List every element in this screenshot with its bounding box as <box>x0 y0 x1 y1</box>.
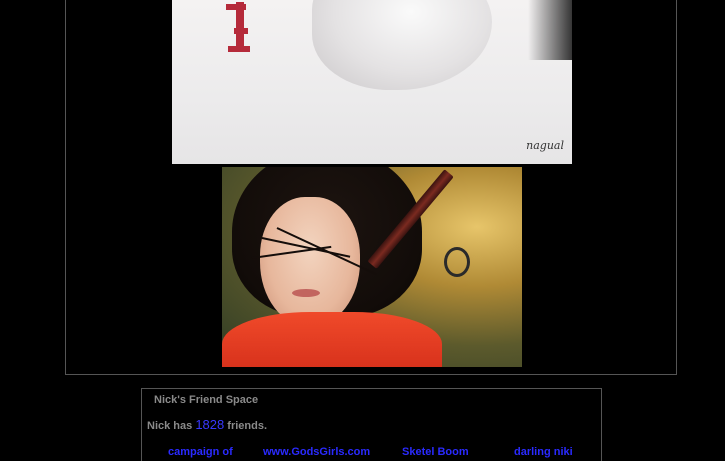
friend-count-prefix: Nick has <box>147 420 193 432</box>
friend-link-sketel-boom[interactable]: Sketel Boom <box>402 446 469 458</box>
red-robe-shape <box>222 312 442 367</box>
friend-space-title: Nick's Friend Space <box>154 394 259 406</box>
hand-photo: nagual <box>172 0 572 164</box>
shadow-edge <box>528 0 572 60</box>
face-shape <box>260 197 360 327</box>
friend-count-suffix: friends. <box>227 420 268 432</box>
friend-count-line: Nick has 1828 friends. <box>147 417 267 432</box>
red-glyph-graphic <box>226 2 250 52</box>
hand-shape <box>312 0 492 90</box>
profile-page: nagual Nick's Friend Space Nick has 1828… <box>0 0 725 461</box>
signature-watermark: nagual <box>526 139 564 152</box>
friend-space-panel: Nick's Friend Space Nick has 1828 friend… <box>141 388 602 461</box>
woman-photo <box>222 167 522 367</box>
lips-shape <box>292 289 320 297</box>
friend-link-godsgirls[interactable]: www.GodsGirls.com <box>263 446 370 458</box>
friends-list: campaign of www.GodsGirls.com Sketel Boo… <box>142 446 601 461</box>
friend-link-darling-niki[interactable]: darling niki <box>514 446 573 458</box>
friend-link-campaign-of[interactable]: campaign of <box>168 446 233 458</box>
sword-ring-shape <box>444 247 470 277</box>
friend-count-number[interactable]: 1828 <box>195 417 224 432</box>
